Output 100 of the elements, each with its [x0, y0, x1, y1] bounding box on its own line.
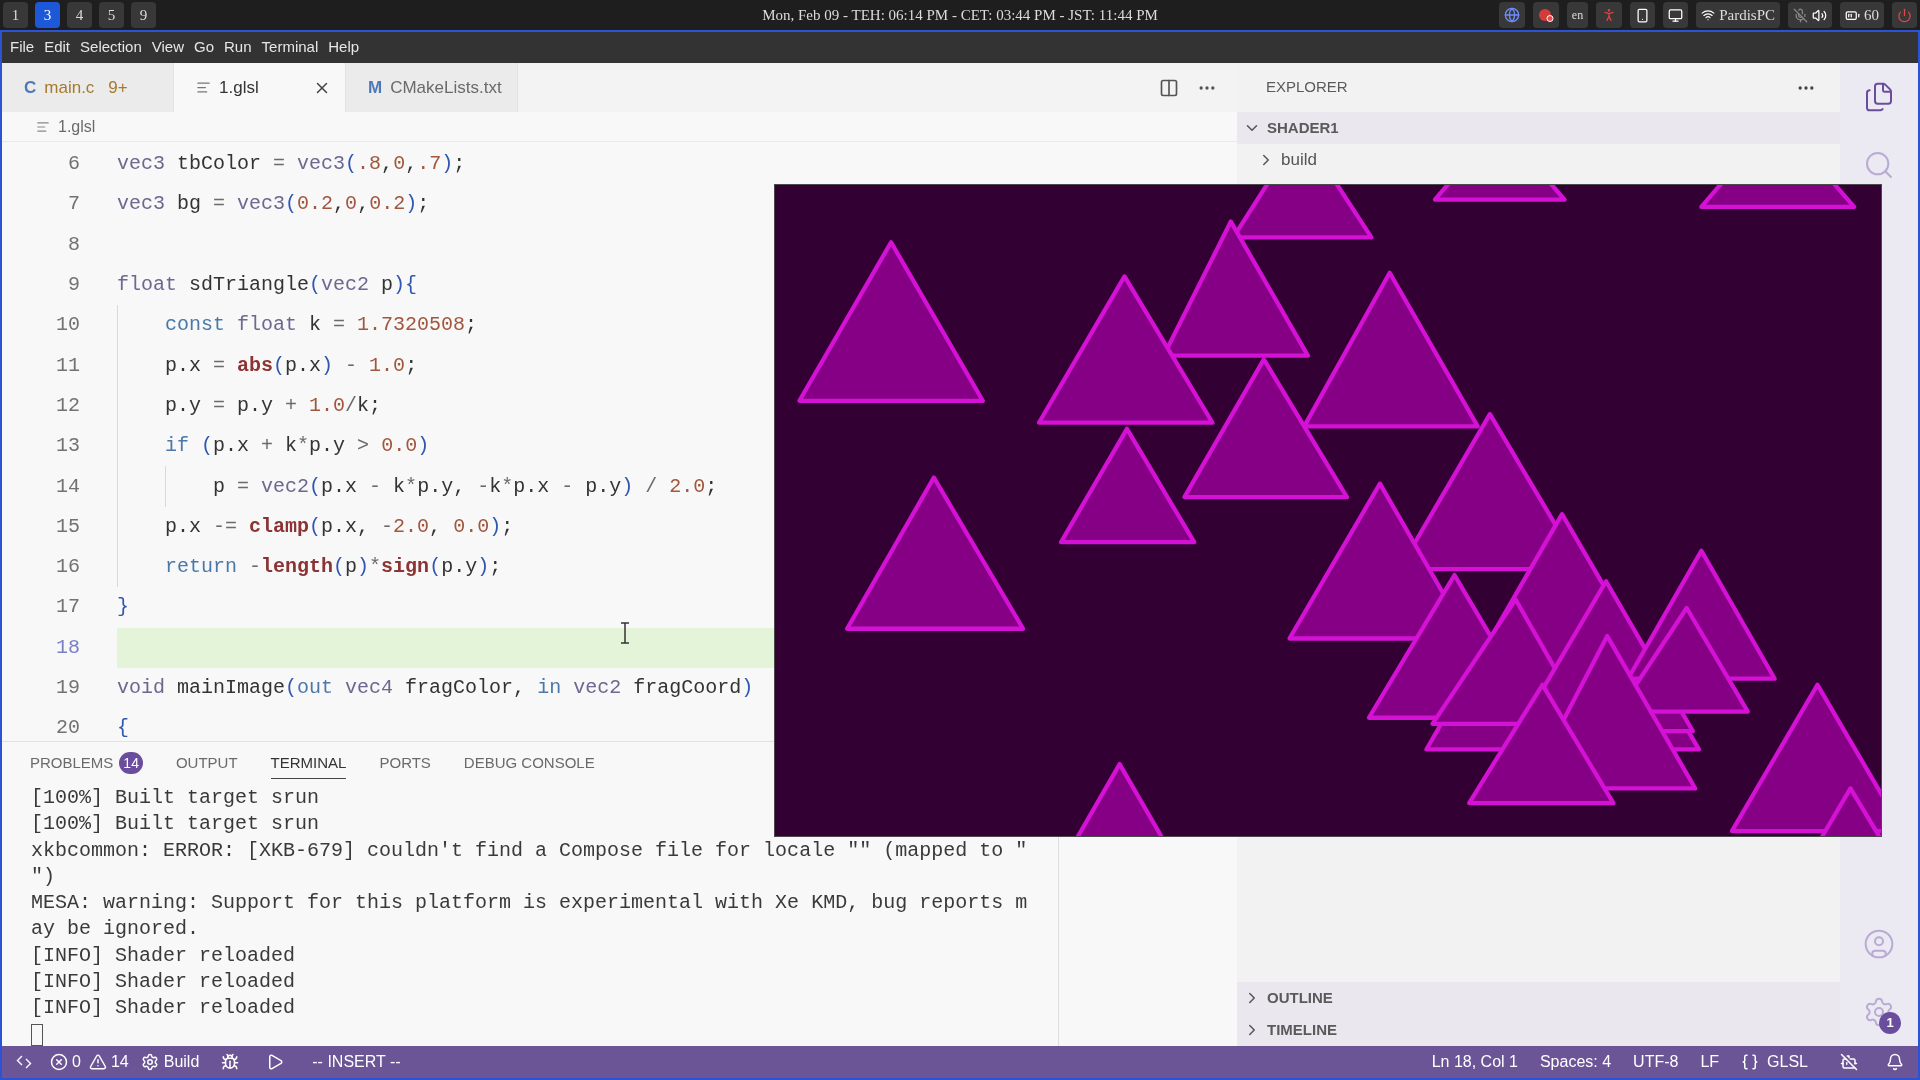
- code-line: p.x = abs(p.x) - 1.0;: [165, 352, 418, 379]
- line-ending-button[interactable]: LF: [1700, 1050, 1720, 1074]
- line-number: 18: [56, 634, 80, 661]
- line-number: 12: [56, 392, 80, 419]
- line-number: 11: [56, 352, 80, 379]
- breadcrumb-item[interactable]: 1.glsl: [36, 114, 96, 139]
- phone-icon: [1635, 7, 1651, 23]
- menu-item[interactable]: File: [5, 36, 40, 59]
- code-line: return -length(p)*sign(p.y);: [165, 554, 502, 581]
- error-icon: [50, 1053, 68, 1071]
- file-type-icon: M: [368, 74, 383, 101]
- power-button[interactable]: [1892, 2, 1917, 28]
- terminal-line: xkbcommon: ERROR: [XKB-679] couldn't find a Compose file for locale "" (mapped to ": [31, 837, 1028, 864]
- terminal-line: [INFO] Shader reloaded: [31, 969, 296, 996]
- code-line: if (p.x + k*p.y > 0.0): [165, 433, 430, 460]
- tray-app-button[interactable]: [1532, 2, 1559, 28]
- editor-tab[interactable]: 1.glsl: [174, 63, 346, 112]
- line-number: 10: [56, 312, 80, 339]
- sidebar-title: EXPLORER: [1266, 77, 1348, 98]
- code-line: float sdTriangle(vec2 p){: [117, 272, 418, 299]
- run-icon[interactable]: [266, 1053, 285, 1071]
- angle-brackets-icon: [16, 1054, 32, 1070]
- battery-button[interactable]: 60: [1840, 2, 1884, 28]
- code-line: p.x -= clamp(p.x, -2.0, 0.0);: [165, 513, 514, 540]
- count-badge: 14: [119, 752, 143, 774]
- terminal-line: [INFO] Shader reloaded: [31, 995, 296, 1022]
- indentation-button[interactable]: Spaces: 4: [1539, 1050, 1612, 1074]
- settings-icon[interactable]: [1863, 996, 1895, 1028]
- gear-icon: [140, 1053, 159, 1071]
- workspace-button[interactable]: 5: [99, 2, 124, 28]
- line-number: 15: [56, 513, 80, 540]
- problems-button[interactable]: 0 14: [50, 1050, 129, 1074]
- crossed-out-bot-icon[interactable]: [1840, 1053, 1858, 1071]
- monitor-icon: [1668, 7, 1684, 23]
- terminal-line: [100%] Built target srun: [31, 785, 320, 811]
- line-number: 6: [68, 151, 80, 178]
- code-line: {: [117, 715, 129, 741]
- panel-tab[interactable]: PORTS: [379, 748, 431, 779]
- workspace-button[interactable]: 3: [35, 2, 60, 28]
- volume-icon: [1812, 7, 1827, 23]
- file-type-icon: C: [24, 74, 37, 101]
- code-line: void mainImage(out vec4 fragColor, in vec2 fragCoord): [117, 675, 754, 701]
- code-line: }: [117, 594, 129, 621]
- editor-tab[interactable]: C main.c 9+: [2, 63, 174, 112]
- editor-tab[interactable]: M CMakeLists.txt: [346, 63, 518, 112]
- terminal-line: [INFO] Shader reloaded: [31, 942, 296, 969]
- badged-app-icon: [1537, 7, 1554, 23]
- section-header[interactable]: SHADER1: [1237, 112, 1840, 144]
- workspace-button[interactable]: 4: [67, 2, 92, 28]
- debug-icon[interactable]: [221, 1053, 240, 1071]
- mic-off-icon: [1793, 7, 1808, 23]
- text-file-icon: [36, 119, 50, 134]
- line-number: 7: [68, 191, 80, 218]
- terminal-line: "): [31, 863, 55, 890]
- encoding-button[interactable]: UTF-8: [1633, 1050, 1679, 1074]
- network-button[interactable]: PardisPC: [1696, 2, 1780, 28]
- braces-icon: [1741, 1053, 1760, 1071]
- code-line: vec3 tbColor = vec3(.8,0,.7);: [117, 151, 466, 178]
- code-line: vec3 bg = vec3(0.2,0,0.2);: [117, 191, 430, 218]
- text-file-icon: [196, 80, 211, 95]
- power-icon: [1897, 7, 1912, 23]
- panel-tab[interactable]: OUTPUT: [175, 748, 238, 779]
- cursor-position-button[interactable]: Ln 18, Col 1: [1431, 1050, 1518, 1074]
- menu-item[interactable]: View: [146, 36, 189, 59]
- menu-item[interactable]: Selection: [75, 36, 147, 59]
- bell-icon[interactable]: [1886, 1053, 1904, 1071]
- section-header[interactable]: OUTLINE: [1237, 982, 1840, 1014]
- build-button[interactable]: Build: [140, 1050, 200, 1074]
- split-editor-icon[interactable]: [1159, 77, 1179, 98]
- line-number: 17: [56, 594, 80, 621]
- language-button[interactable]: GLSL: [1741, 1050, 1808, 1074]
- warning-icon: [88, 1053, 107, 1071]
- workspace-button[interactable]: 1: [3, 2, 28, 28]
- menu-item[interactable]: Help: [323, 36, 365, 59]
- tray-app-button[interactable]: [1630, 2, 1656, 28]
- folder-row[interactable]: build: [1237, 144, 1840, 176]
- notification-badge: 1: [1879, 1012, 1901, 1034]
- panel-tab[interactable]: PROBLEMS 14: [30, 748, 143, 779]
- section-header[interactable]: TIMELINE: [1237, 1014, 1840, 1046]
- keyboard-layout-button[interactable]: en: [1566, 2, 1589, 28]
- audio-button[interactable]: [1788, 2, 1832, 28]
- line-number: 13: [56, 433, 80, 460]
- menu-item[interactable]: Edit: [39, 36, 76, 59]
- line-number: 9: [68, 272, 80, 299]
- menu-item[interactable]: Go: [189, 36, 219, 59]
- menu-item[interactable]: Run: [219, 36, 257, 59]
- tray-app-button[interactable]: [1663, 2, 1689, 28]
- i-beam-cursor-icon: [620, 622, 630, 644]
- globe-icon: [1503, 7, 1520, 23]
- workspace-button[interactable]: 9: [131, 2, 156, 28]
- line-number: 8: [68, 231, 80, 258]
- line-number: 14: [56, 473, 80, 500]
- panel-tab[interactable]: TERMINAL: [270, 748, 347, 779]
- terminal-line: [100%] Built target srun: [31, 811, 320, 838]
- panel-tab[interactable]: DEBUG CONSOLE: [463, 748, 595, 779]
- terminal-line: ay be ignored.: [31, 916, 200, 943]
- files-icon[interactable]: [1863, 81, 1895, 113]
- menu-item[interactable]: Terminal: [256, 36, 324, 59]
- terminal-line: MESA: warning: Support for this platform is experimental with Xe KMD, bug reports m: [31, 890, 1028, 917]
- code-line: p.y = p.y + 1.0/k;: [165, 392, 382, 419]
